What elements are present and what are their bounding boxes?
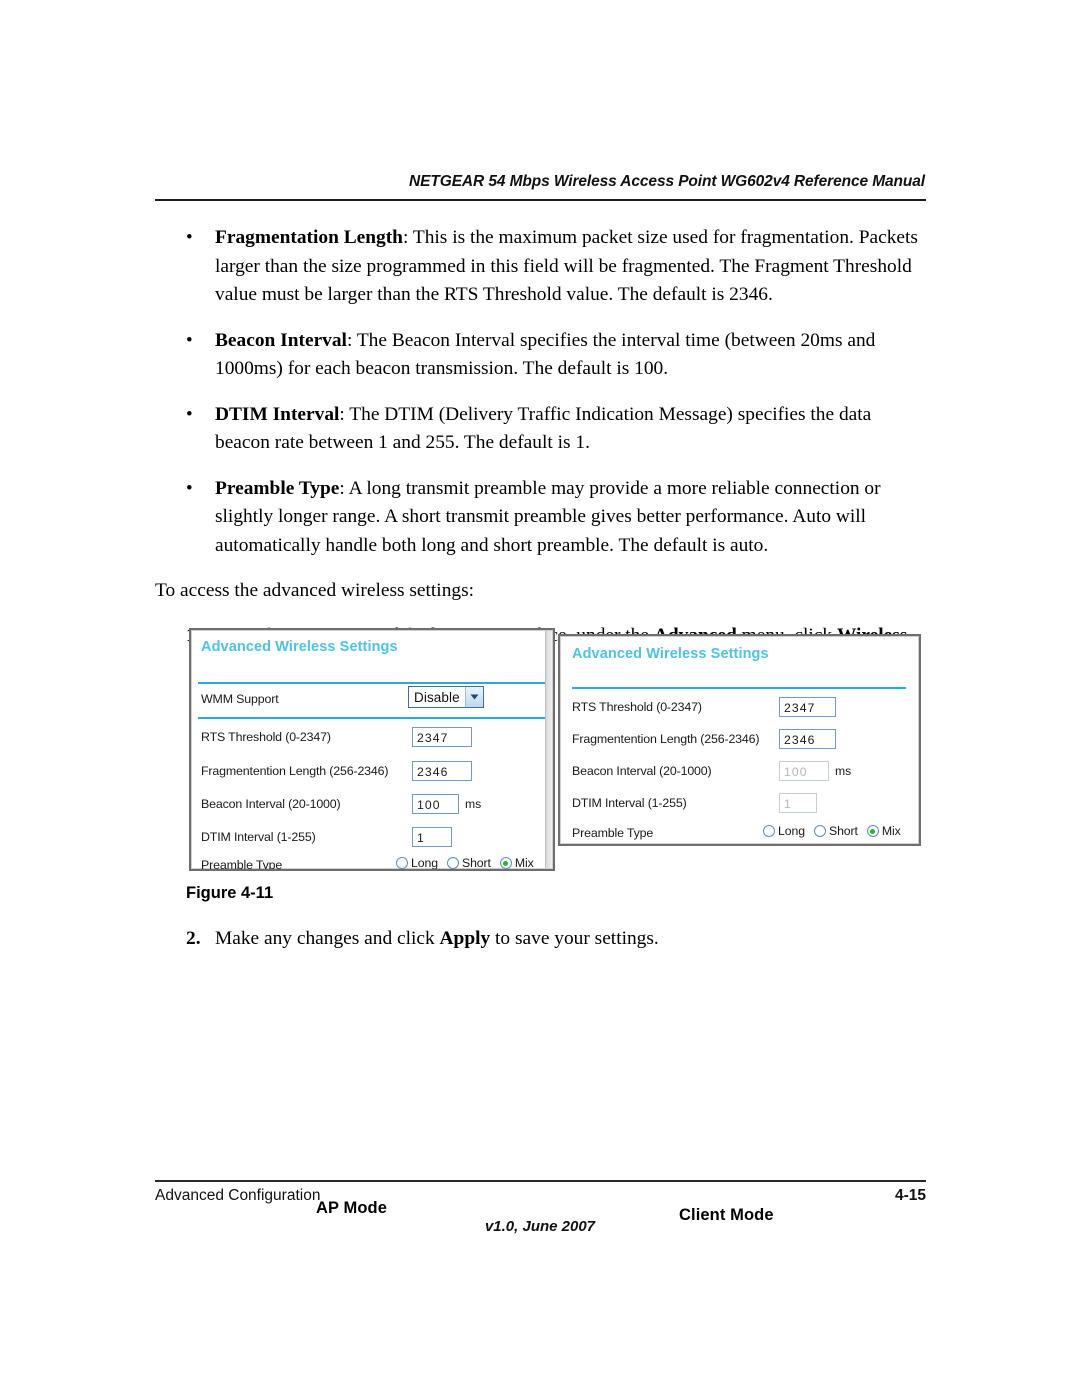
ap-beacon-interval-input[interactable] [412,794,459,814]
ap-dtim-interval-row: DTIM Interval (1-255) [192,827,552,850]
numbered-step-list-2: 2. Make any changes and click Apply to sa… [155,925,927,954]
bullet-dot-icon: • [186,329,193,351]
footer-version: v1.0, June 2007 [484,1218,596,1235]
ap-dtim-interval-label: DTIM Interval (1-255) [201,830,316,844]
client-divider-1 [572,687,906,689]
client-beacon-interval-label: Beacon Interval (20-1000) [572,764,712,778]
bullet-term: Beacon Interval [215,329,347,351]
step-text: Make any changes and click Apply to save… [215,928,659,949]
client-preamble-option-short[interactable]: Short [813,824,858,838]
bullet-item: • DTIM Interval: The DTIM (Delivery Traff… [155,401,927,458]
client-beacon-interval-input [779,761,829,781]
ap-rts-threshold-row: RTS Threshold (0-2347) [192,727,552,750]
client-preamble-type-row: Preamble Type Long Short Mix [561,823,918,844]
client-beacon-interval-unit: ms [835,764,852,778]
bullet-dot-icon: • [186,477,193,499]
ap-fragmentation-length-label: Fragmentention Length (256-2346) [201,764,389,778]
client-preamble-option-long[interactable]: Long [763,824,805,838]
ap-preamble-type-label: Preamble Type [201,858,283,871]
client-rts-threshold-row: RTS Threshold (0-2347) [561,697,918,720]
ap-preamble-short-label: Short [461,856,491,870]
ap-preamble-mix-label: Mix [514,856,534,870]
footer-page-number: 4-15 [894,1187,926,1204]
radio-icon[interactable] [446,857,459,869]
ap-beacon-interval-row: Beacon Interval (20-1000) ms [192,794,552,817]
client-dtim-interval-label: DTIM Interval (1-255) [572,796,687,810]
ap-wmm-support-label: WMM Support [201,692,279,706]
wmm-support-selected-value: Disable [414,689,460,705]
ap-fragmentation-length-row: Fragmentention Length (256-2346) [192,761,552,784]
client-fragmentation-length-label: Fragmentention Length (256-2346) [572,732,760,746]
client-preamble-radio-group: Long Short Mix [763,824,901,838]
ap-preamble-option-mix[interactable]: Mix [499,856,534,870]
ap-mode-settings-panel: Advanced Wireless Settings WMM Support D… [189,628,555,871]
ap-wmm-support-row: WMM Support Disable [192,686,552,712]
client-fragmentation-length-row: Fragmentention Length (256-2346) [561,729,918,752]
wmm-support-select[interactable]: Disable [408,686,484,708]
ap-divider-2 [198,717,546,719]
manual-page: NETGEAR 54 Mbps Wireless Access Point WG… [0,0,1080,1397]
ap-divider-1 [198,682,546,684]
client-rts-threshold-input[interactable] [779,697,836,717]
client-dtim-interval-input [779,793,817,813]
bullet-dot-icon: • [186,227,193,248]
settings-bullet-list: • Fragmentation Length: This is the maxim… [155,224,927,560]
figure-caption: Figure 4-11 [186,884,274,902]
radio-icon[interactable] [396,857,408,869]
ap-dtim-interval-input[interactable] [412,827,452,847]
ap-panel-heading: Advanced Wireless Settings [201,639,398,655]
header-divider-rule [155,199,926,201]
client-preamble-long-label: Long [778,824,805,838]
ap-beacon-interval-unit: ms [465,797,482,811]
client-mode-settings-panel: Advanced Wireless Settings RTS Threshold… [558,634,921,846]
ap-preamble-radio-group: Long Short Mix [396,856,534,870]
footer-divider-rule [155,1180,926,1182]
ap-preamble-option-short[interactable]: Short [446,856,491,870]
bullet-item: • Fragmentation Length: This is the maxim… [155,224,927,310]
ap-rts-threshold-label: RTS Threshold (0-2347) [201,730,331,744]
radio-selected-icon[interactable] [499,857,512,869]
ap-fragmentation-length-input[interactable] [412,761,472,781]
step-two-wrapper: 2. Make any changes and click Apply to sa… [155,925,927,954]
bullet-term: Preamble Type [215,477,340,499]
ap-beacon-interval-label: Beacon Interval (20-1000) [201,797,341,811]
bullet-item: • Beacon Interval: The Beacon Interval sp… [155,327,927,384]
running-header-title: NETGEAR 54 Mbps Wireless Access Point WG… [409,173,925,190]
radio-selected-icon[interactable] [866,825,879,837]
radio-icon[interactable] [763,825,775,837]
client-panel-heading: Advanced Wireless Settings [572,646,769,662]
radio-icon[interactable] [813,825,826,837]
client-rts-threshold-label: RTS Threshold (0-2347) [572,700,702,714]
step-number: 2. [186,928,201,949]
bullet-item: • Preamble Type: A long transmit preamble… [155,475,927,561]
ap-preamble-type-row: Preamble Type Long Short Mix [192,855,552,871]
client-preamble-short-label: Short [828,824,858,838]
client-beacon-interval-row: Beacon Interval (20-1000) ms [561,761,918,784]
client-preamble-option-mix[interactable]: Mix [866,824,901,838]
client-preamble-type-label: Preamble Type [572,826,654,840]
bullet-term: DTIM Interval [215,403,340,425]
chevron-down-icon[interactable] [464,687,483,707]
bullet-dot-icon: • [186,403,193,425]
ap-preamble-option-long[interactable]: Long [396,856,438,870]
ap-preamble-long-label: Long [411,856,438,870]
client-dtim-interval-row: DTIM Interval (1-255) [561,793,918,816]
bullet-term: Fragmentation Length [215,227,403,248]
client-fragmentation-length-input[interactable] [779,729,836,749]
numbered-step-2: 2. Make any changes and click Apply to sa… [155,925,927,954]
client-panel-inner: Advanced Wireless Settings RTS Threshold… [560,636,919,844]
ap-panel-scrollbar[interactable] [545,631,552,868]
ap-panel-inner: Advanced Wireless Settings WMM Support D… [191,630,553,869]
ap-rts-threshold-input[interactable] [412,727,472,747]
client-preamble-mix-label: Mix [881,824,901,838]
